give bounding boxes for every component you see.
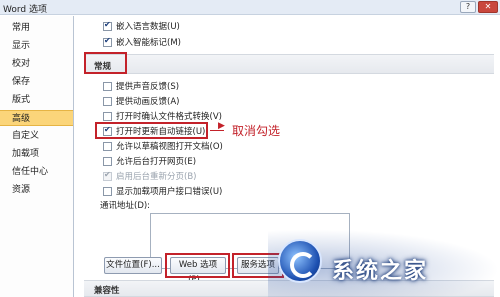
option-sound-feedback[interactable]: 提供声音反馈(S) <box>103 80 179 92</box>
highlight-box-web-options <box>165 253 230 278</box>
window-controls: ? ✕ <box>460 1 498 13</box>
file-locations-button[interactable]: 文件位置(F)... <box>104 257 162 274</box>
sidebar-item-display[interactable]: 显示 <box>0 38 73 54</box>
checkbox[interactable] <box>103 20 112 31</box>
option-embed-smart-tags[interactable]: 嵌入智能标记(M) <box>103 36 181 48</box>
sidebar-item-resources[interactable]: 资源 <box>0 182 73 198</box>
checkbox[interactable] <box>103 111 112 121</box>
sidebar-item-proofing[interactable]: 校对 <box>0 56 73 72</box>
checkbox[interactable] <box>103 81 112 91</box>
sidebar-item-addins[interactable]: 加载项 <box>0 146 73 162</box>
mail-address-label: 通讯地址(D): <box>100 201 151 211</box>
help-button[interactable]: ? <box>460 1 476 13</box>
sidebar-item-advanced[interactable]: 高级 <box>0 110 73 126</box>
site-watermark: 系统之家 <box>268 229 500 297</box>
section-header-general: 常规 <box>84 54 494 74</box>
annotation-text: 取消勾选 <box>232 124 281 138</box>
checkbox[interactable] <box>103 96 112 106</box>
highlight-box-general <box>84 52 127 74</box>
arrow-head-icon: ▶ <box>218 121 225 131</box>
options-sidebar: 常用 显示 校对 保存 版式 高级 自定义 加载项 信任中心 资源 <box>0 16 74 297</box>
sidebar-item-layout[interactable]: 版式 <box>0 92 73 108</box>
checkbox[interactable] <box>103 36 112 47</box>
watermark-text: 系统之家 <box>332 259 429 284</box>
option-animation-feedback[interactable]: 提供动画反馈(A) <box>103 95 179 107</box>
checkbox[interactable] <box>103 156 112 166</box>
option-background-repagination: 启用后台重新分页(B) <box>103 170 196 182</box>
window-title: Word 选项 <box>3 5 47 15</box>
watermark-logo-icon <box>278 239 322 283</box>
option-show-addin-errors[interactable]: 显示加载项用户接口错误(U) <box>103 185 222 197</box>
highlight-box-update-links <box>95 122 208 139</box>
sidebar-item-common[interactable]: 常用 <box>0 20 73 36</box>
option-confirm-format-conversion[interactable]: 打开时确认文件格式转换(V) <box>103 110 222 122</box>
title-bar: Word 选项 ? ✕ <box>0 0 500 15</box>
option-background-open-web[interactable]: 允许后台打开网页(E) <box>103 155 196 167</box>
checkbox[interactable] <box>103 141 112 151</box>
sidebar-item-customize[interactable]: 自定义 <box>0 128 73 144</box>
sidebar-item-trust-center[interactable]: 信任中心 <box>0 164 73 180</box>
checkbox[interactable] <box>103 186 112 196</box>
close-button[interactable]: ✕ <box>478 1 498 13</box>
option-open-draft-view[interactable]: 允许以草稿视图打开文档(O) <box>103 140 223 152</box>
sidebar-item-save[interactable]: 保存 <box>0 74 73 90</box>
checkbox <box>103 170 112 181</box>
option-embed-language-data[interactable]: 嵌入语言数据(U) <box>103 20 180 32</box>
